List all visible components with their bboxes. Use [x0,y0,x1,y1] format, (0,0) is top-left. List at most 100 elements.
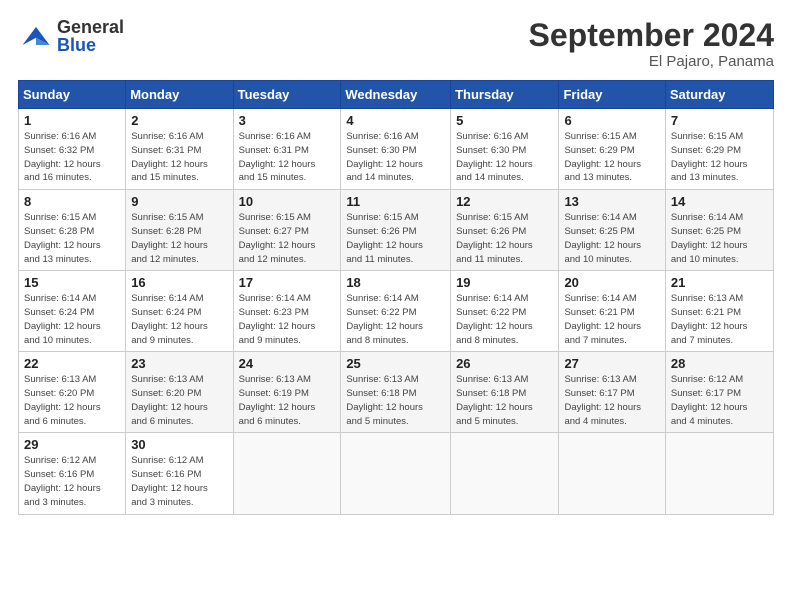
table-row: 6 Sunrise: 6:15 AMSunset: 6:29 PMDaylight… [559,109,665,190]
day-number: 20 [564,275,659,290]
day-number: 16 [131,275,227,290]
day-info: Sunrise: 6:13 AMSunset: 6:18 PMDaylight:… [346,373,445,428]
day-number: 19 [456,275,553,290]
day-info: Sunrise: 6:16 AMSunset: 6:30 PMDaylight:… [346,130,445,185]
table-row [341,433,451,514]
day-info: Sunrise: 6:15 AMSunset: 6:29 PMDaylight:… [671,130,768,185]
day-number: 23 [131,356,227,371]
table-row: 20 Sunrise: 6:14 AMSunset: 6:21 PMDayligh… [559,271,665,352]
day-number: 15 [24,275,120,290]
day-number: 27 [564,356,659,371]
day-number: 3 [239,113,336,128]
table-row: 7 Sunrise: 6:15 AMSunset: 6:29 PMDaylight… [665,109,773,190]
table-row: 25 Sunrise: 6:13 AMSunset: 6:18 PMDayligh… [341,352,451,433]
table-row: 14 Sunrise: 6:14 AMSunset: 6:25 PMDayligh… [665,190,773,271]
month-title: September 2024 [529,18,774,53]
table-row: 18 Sunrise: 6:14 AMSunset: 6:22 PMDayligh… [341,271,451,352]
day-number: 7 [671,113,768,128]
day-number: 25 [346,356,445,371]
table-row [451,433,559,514]
day-info: Sunrise: 6:16 AMSunset: 6:31 PMDaylight:… [239,130,336,185]
table-row: 2 Sunrise: 6:16 AMSunset: 6:31 PMDaylight… [126,109,233,190]
day-info: Sunrise: 6:14 AMSunset: 6:21 PMDaylight:… [564,292,659,347]
table-row: 9Sunrise: 6:15 AMSunset: 6:28 PMDaylight… [126,190,233,271]
table-row: 11 Sunrise: 6:15 AMSunset: 6:26 PMDayligh… [341,190,451,271]
calendar-week-row: 1 Sunrise: 6:16 AMSunset: 6:32 PMDaylight… [19,109,774,190]
title-block: September 2024 El Pajaro, Panama [529,18,774,70]
day-info: Sunrise: 6:13 AMSunset: 6:19 PMDaylight:… [239,373,336,428]
col-friday: Friday [559,81,665,109]
table-row: 4 Sunrise: 6:16 AMSunset: 6:30 PMDaylight… [341,109,451,190]
header: General Blue September 2024 El Pajaro, P… [18,18,774,70]
table-row: 23Sunrise: 6:13 AMSunset: 6:20 PMDayligh… [126,352,233,433]
table-row: 26 Sunrise: 6:13 AMSunset: 6:18 PMDayligh… [451,352,559,433]
day-info: Sunrise: 6:16 AMSunset: 6:31 PMDaylight:… [131,130,227,185]
day-info: Sunrise: 6:16 AMSunset: 6:32 PMDaylight:… [24,130,120,185]
day-info: Sunrise: 6:14 AMSunset: 6:22 PMDaylight:… [456,292,553,347]
day-number: 10 [239,194,336,209]
day-number: 4 [346,113,445,128]
calendar-week-row: 15 Sunrise: 6:14 AMSunset: 6:24 PMDayligh… [19,271,774,352]
day-info: Sunrise: 6:15 AMSunset: 6:26 PMDaylight:… [456,211,553,266]
day-number: 21 [671,275,768,290]
day-info: Sunrise: 6:12 AMSunset: 6:17 PMDaylight:… [671,373,768,428]
day-info: Sunrise: 6:14 AMSunset: 6:25 PMDaylight:… [564,211,659,266]
day-number: 6 [564,113,659,128]
day-number: 5 [456,113,553,128]
day-number: 2 [131,113,227,128]
day-number: 29 [24,437,120,452]
table-row: 1 Sunrise: 6:16 AMSunset: 6:32 PMDaylight… [19,109,126,190]
day-number: 26 [456,356,553,371]
logo-blue-text: Blue [57,36,124,54]
table-row: 17 Sunrise: 6:14 AMSunset: 6:23 PMDayligh… [233,271,341,352]
day-number: 14 [671,194,768,209]
table-row: 30 Sunrise: 6:12 AMSunset: 6:16 PMDayligh… [126,433,233,514]
page: General Blue September 2024 El Pajaro, P… [0,0,792,612]
day-number: 9 [131,194,227,209]
table-row: 27 Sunrise: 6:13 AMSunset: 6:17 PMDayligh… [559,352,665,433]
day-info: Sunrise: 6:15 AMSunset: 6:29 PMDaylight:… [564,130,659,185]
table-row: 5 Sunrise: 6:16 AMSunset: 6:30 PMDaylight… [451,109,559,190]
logo-general-text: General [57,18,124,36]
table-row: 15 Sunrise: 6:14 AMSunset: 6:24 PMDayligh… [19,271,126,352]
day-number: 30 [131,437,227,452]
day-info: Sunrise: 6:14 AMSunset: 6:24 PMDaylight:… [131,292,227,347]
day-number: 18 [346,275,445,290]
day-info: Sunrise: 6:12 AMSunset: 6:16 PMDaylight:… [24,454,120,509]
location: El Pajaro, Panama [529,53,774,70]
day-info: Sunrise: 6:12 AMSunset: 6:16 PMDaylight:… [131,454,227,509]
calendar-week-row: 22Sunrise: 6:13 AMSunset: 6:20 PMDayligh… [19,352,774,433]
day-number: 8 [24,194,120,209]
day-number: 11 [346,194,445,209]
day-info: Sunrise: 6:13 AMSunset: 6:17 PMDaylight:… [564,373,659,428]
day-info: Sunrise: 6:14 AMSunset: 6:22 PMDaylight:… [346,292,445,347]
col-wednesday: Wednesday [341,81,451,109]
day-info: Sunrise: 6:14 AMSunset: 6:24 PMDaylight:… [24,292,120,347]
day-info: Sunrise: 6:14 AMSunset: 6:25 PMDaylight:… [671,211,768,266]
logo-bird-icon [18,18,54,54]
table-row: 16 Sunrise: 6:14 AMSunset: 6:24 PMDayligh… [126,271,233,352]
day-info: Sunrise: 6:16 AMSunset: 6:30 PMDaylight:… [456,130,553,185]
calendar: Sunday Monday Tuesday Wednesday Thursday… [18,80,774,514]
logo-label: General Blue [57,18,124,54]
day-number: 1 [24,113,120,128]
calendar-week-row: 29 Sunrise: 6:12 AMSunset: 6:16 PMDayligh… [19,433,774,514]
table-row [233,433,341,514]
table-row: 19 Sunrise: 6:14 AMSunset: 6:22 PMDayligh… [451,271,559,352]
day-info: Sunrise: 6:15 AMSunset: 6:26 PMDaylight:… [346,211,445,266]
table-row: 10 Sunrise: 6:15 AMSunset: 6:27 PMDayligh… [233,190,341,271]
table-row: 22Sunrise: 6:13 AMSunset: 6:20 PMDayligh… [19,352,126,433]
day-number: 12 [456,194,553,209]
table-row: 21Sunrise: 6:13 AMSunset: 6:21 PMDayligh… [665,271,773,352]
day-info: Sunrise: 6:14 AMSunset: 6:23 PMDaylight:… [239,292,336,347]
day-number: 24 [239,356,336,371]
table-row: 24 Sunrise: 6:13 AMSunset: 6:19 PMDayligh… [233,352,341,433]
day-number: 28 [671,356,768,371]
col-tuesday: Tuesday [233,81,341,109]
day-info: Sunrise: 6:13 AMSunset: 6:18 PMDaylight:… [456,373,553,428]
day-info: Sunrise: 6:15 AMSunset: 6:27 PMDaylight:… [239,211,336,266]
col-sunday: Sunday [19,81,126,109]
day-number: 13 [564,194,659,209]
col-monday: Monday [126,81,233,109]
day-number: 17 [239,275,336,290]
